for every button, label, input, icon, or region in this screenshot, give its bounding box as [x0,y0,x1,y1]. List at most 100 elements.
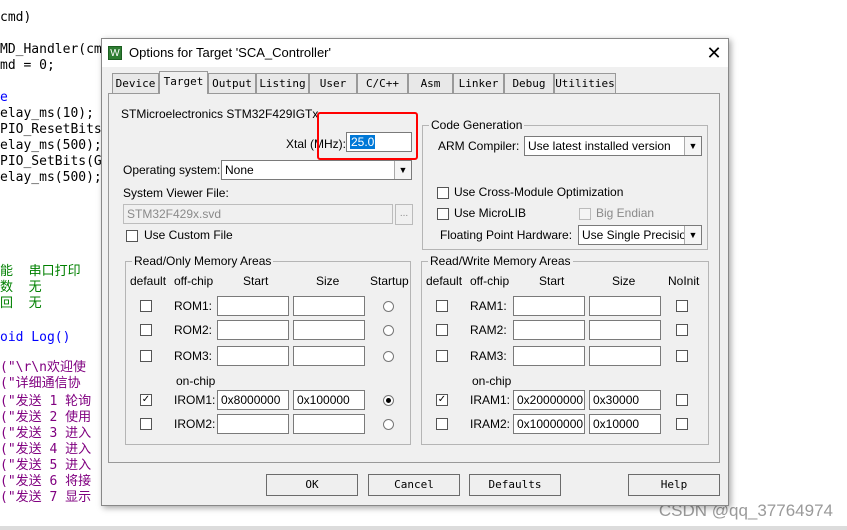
svf-label: System Viewer File: [123,186,229,200]
use-custom-file-checkbox[interactable] [126,230,138,242]
tab-target[interactable]: Target [159,71,208,94]
ram-default-checkbox[interactable] [436,324,448,336]
rom-default-checkbox[interactable]: ✓ [140,394,152,406]
cross-module-label: Use Cross-Module Optimization [454,185,624,199]
os-select[interactable]: None ▼ [221,160,412,180]
noinit-checkbox[interactable] [676,394,688,406]
arm-compiler-select[interactable]: Use latest installed version ▼ [524,136,702,156]
tab-user[interactable]: User [309,73,357,93]
tab-utilities[interactable]: Utilities [554,73,616,93]
ram-default-checkbox[interactable] [436,418,448,430]
rom-default-checkbox[interactable] [140,300,152,312]
noinit-checkbox[interactable] [676,350,688,362]
col-size: Size [612,274,636,288]
rom-row-name: IROM2: [174,417,216,431]
code-line: e [0,90,8,105]
code-line: md = 0; [0,58,55,73]
ram-size-input[interactable] [589,296,661,316]
rom-size-input[interactable]: 0x100000 [293,390,365,410]
noinit-checkbox[interactable] [676,418,688,430]
code-line: PIO_ResetBits [0,122,102,137]
rom-size-input[interactable] [293,346,365,366]
editor-bottom-bar [0,526,847,530]
arm-compiler-value: Use latest installed version [528,139,671,153]
red-highlight-box [317,112,418,160]
code-line: 数 无 [0,280,42,295]
rom-start-input[interactable]: 0x8000000 [217,390,289,410]
fph-value: Use Single Precision [582,228,693,242]
ram-default-checkbox[interactable] [436,350,448,362]
col-last: NoInit [668,274,700,288]
ram-default-checkbox[interactable]: ✓ [436,394,448,406]
os-value: None [225,163,254,177]
code-generation-group: Code Generation ARM Compiler: Use latest… [422,118,708,250]
code-line: ("发送 2 使用 [0,410,92,425]
ram-size-input[interactable]: 0x30000 [589,390,661,410]
code-line: 能 串口打印 [0,264,81,279]
noinit-checkbox[interactable] [676,324,688,336]
tab-asm[interactable]: Asm [408,73,453,93]
code-line: ("\r\n欢迎使 [0,360,86,375]
rom-default-checkbox[interactable] [140,350,152,362]
options-dialog: W Options for Target 'SCA_Controller' ✕ … [101,38,729,506]
ram-start-input[interactable]: 0x10000000 [513,414,585,434]
tab-debug[interactable]: Debug [504,73,554,93]
ram-start-input[interactable]: 0x20000000 [513,390,585,410]
ram-size-input[interactable]: 0x10000 [589,414,661,434]
dialog-titlebar[interactable]: W Options for Target 'SCA_Controller' ✕ [102,39,728,67]
ok-button[interactable]: OK [266,474,358,496]
ram-default-checkbox[interactable] [436,300,448,312]
ram-row-name: IRAM1: [470,393,511,407]
rom-start-input[interactable] [217,296,289,316]
ram-group: Read/Write Memory Areas default off-chip S… [421,254,709,445]
defaults-button[interactable]: Defaults [469,474,561,496]
rom-start-input[interactable] [217,346,289,366]
startup-radio[interactable] [383,325,394,336]
tab-linker[interactable]: Linker [453,73,504,93]
tab-output[interactable]: Output [208,73,256,93]
onchip-label: on-chip [472,374,512,388]
tab-c-c-[interactable]: C/C++ [357,73,408,93]
ram-size-input[interactable] [589,346,661,366]
tab-listing[interactable]: Listing [256,73,309,93]
startup-radio[interactable] [383,351,394,362]
dialog-title: Options for Target 'SCA_Controller' [129,45,331,60]
help-button[interactable]: Help [628,474,720,496]
tab-device[interactable]: Device [112,73,159,93]
code-line: PIO_SetBits(G [0,154,102,169]
fph-label: Floating Point Hardware: [440,228,573,242]
startup-radio[interactable] [383,419,394,430]
code-line: elay_ms(10); [0,106,94,121]
close-button[interactable]: ✕ [700,39,728,67]
rom-start-input[interactable] [217,320,289,340]
rom-row-name: ROM2: [174,323,213,337]
big-endian-checkbox [579,208,591,220]
rom-start-input[interactable] [217,414,289,434]
ram-start-input[interactable] [513,296,585,316]
startup-radio[interactable] [383,395,394,406]
app-icon: W [108,46,122,60]
noinit-checkbox[interactable] [676,300,688,312]
rom-size-input[interactable] [293,296,365,316]
svf-input: STM32F429x.svd [123,204,393,224]
arm-compiler-label: ARM Compiler: [438,139,520,153]
rom-size-input[interactable] [293,414,365,434]
rom-default-checkbox[interactable] [140,324,152,336]
rom-size-input[interactable] [293,320,365,340]
rom-default-checkbox[interactable] [140,418,152,430]
microlib-checkbox[interactable] [437,208,449,220]
ram-start-input[interactable] [513,346,585,366]
cross-module-checkbox[interactable] [437,187,449,199]
fph-select[interactable]: Use Single Precision ▼ [578,225,702,245]
ram-size-input[interactable] [589,320,661,340]
rom-row-name: IROM1: [174,393,216,407]
cancel-button[interactable]: Cancel [368,474,460,496]
chevron-down-icon: ▼ [684,226,701,244]
startup-radio[interactable] [383,301,394,312]
ram-start-input[interactable] [513,320,585,340]
code-line: ("发送 1 轮询 [0,394,92,409]
code-line: ("发送 4 进入 [0,442,92,457]
code-generation-title: Code Generation [429,118,525,132]
ram-row-name: RAM2: [470,323,507,337]
code-line: cmd) [0,10,32,25]
